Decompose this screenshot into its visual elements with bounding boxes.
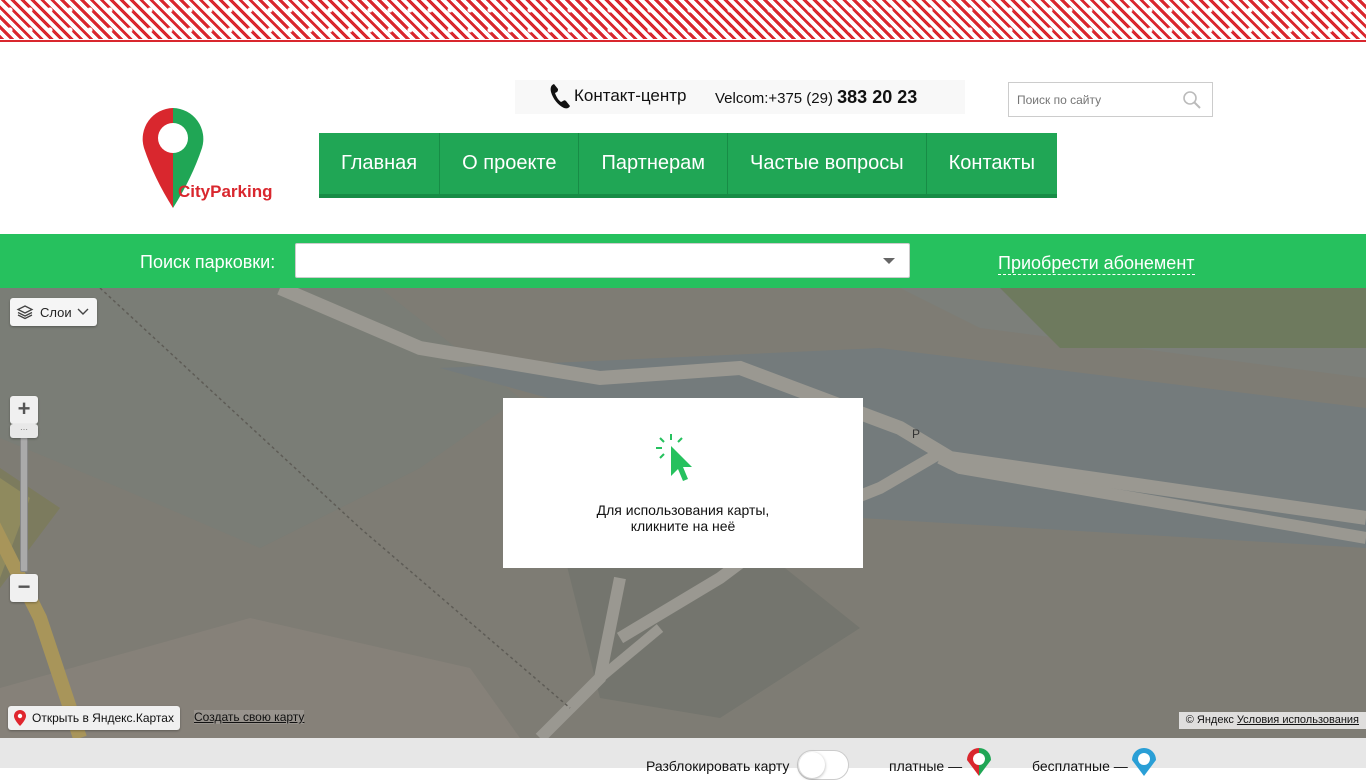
layers-button[interactable]: Слои <box>10 298 97 326</box>
paid-pin-icon <box>967 748 991 776</box>
site-logo[interactable]: CityParking <box>140 106 290 210</box>
contact-center-label: Контакт-центр <box>574 86 687 105</box>
buy-subscription-link[interactable]: Приобрести абонемент <box>998 252 1195 275</box>
open-in-yandex-button[interactable]: Открыть в Яндекс.Картах <box>8 706 180 730</box>
cursor-click-icon <box>656 434 692 481</box>
map-overlay-line1: Для использования карты, <box>596 502 770 518</box>
map-overlay-line2: кликните на неё <box>630 518 736 534</box>
parking-search-bar: Поиск парковки: Приобрести абонемент <box>0 234 1366 288</box>
layers-label: Слои <box>40 304 72 320</box>
nav-item-about[interactable]: О проекте <box>440 133 580 194</box>
parking-select[interactable] <box>295 243 910 278</box>
zoom-slider-track[interactable] <box>20 428 28 572</box>
zoom-slider-handle[interactable]: ⋯ <box>10 424 38 438</box>
contact-phone[interactable]: Velcom:+375 (29) 383 20 23 <box>715 87 917 108</box>
map-copyright: © Яндекс Условия использования <box>1178 712 1366 729</box>
contact-phone-number: 383 20 23 <box>837 87 918 107</box>
search-icon[interactable] <box>1182 90 1202 110</box>
nav-item-partners[interactable]: Партнерам <box>579 133 728 194</box>
parking-search-label: Поиск парковки: <box>140 252 276 272</box>
copyright-text: © Яндекс <box>1185 714 1234 726</box>
svg-text:P: P <box>912 427 920 441</box>
map-legend-bar: Разблокировать карту платные — бесплатны… <box>0 738 1366 780</box>
terms-link[interactable]: Условия использования <box>1237 714 1359 726</box>
logo-text: CityParking <box>178 182 273 201</box>
site-search <box>1008 82 1213 117</box>
nav-item-faq[interactable]: Частые вопросы <box>728 133 927 194</box>
unlock-map-label: Разблокировать карту <box>646 758 790 774</box>
map-overlay-message: Для использования карты, кликните на неё <box>503 502 863 534</box>
zoom-in-button[interactable]: + <box>10 396 38 424</box>
create-map-link[interactable]: Создать свою карту <box>194 710 305 724</box>
map-pin-icon <box>14 710 26 726</box>
chevron-down-icon <box>77 308 89 315</box>
contact-center: Контакт-центр Velcom:+375 (29) 383 20 23 <box>515 80 965 114</box>
main-nav: Главная О проекте Партнерам Частые вопро… <box>319 133 1058 198</box>
nav-item-home[interactable]: Главная <box>319 133 441 194</box>
nav-item-contacts[interactable]: Контакты <box>927 133 1057 194</box>
map-click-overlay[interactable]: Для использования карты, кликните на неё <box>503 398 863 568</box>
open-in-yandex-label: Открыть в Яндекс.Картах <box>32 711 174 725</box>
ornament-banner <box>0 0 1366 42</box>
free-pin-icon <box>1132 748 1156 776</box>
search-input[interactable] <box>1009 83 1179 116</box>
layers-icon <box>16 305 34 320</box>
dropdown-caret-icon <box>883 258 895 264</box>
zoom-out-button[interactable]: − <box>10 574 38 602</box>
phone-icon <box>550 84 570 109</box>
contact-phone-prefix: Velcom:+375 (29) <box>715 90 838 107</box>
free-legend-label: бесплатные — <box>1032 758 1128 774</box>
paid-legend-label: платные — <box>889 758 963 774</box>
map[interactable]: P Слои + ⋯ − Для использования карты, кл… <box>0 288 1366 738</box>
unlock-map-toggle[interactable] <box>797 750 849 780</box>
